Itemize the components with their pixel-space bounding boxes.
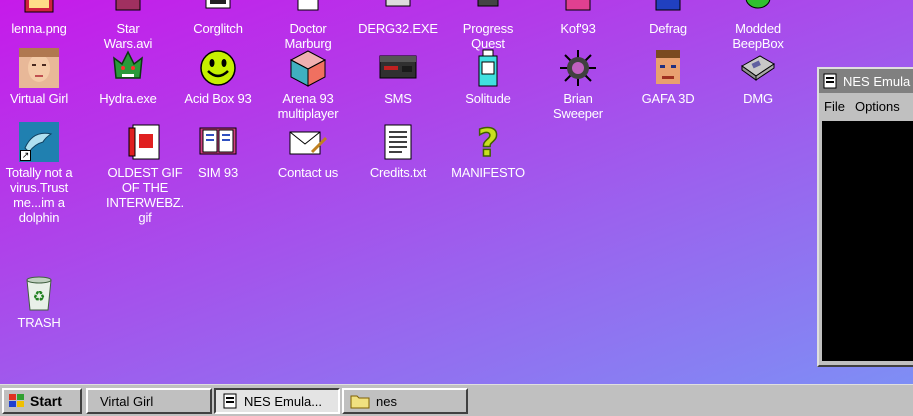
desktop-icon-brian-sweeper[interactable]: Brian Sweeper [533,48,623,121]
mine-icon [558,48,598,88]
desktop-icon-sim93[interactable]: SIM 93 [173,122,263,180]
icon-label: Kof'93 [560,21,596,36]
desktop-icon-lenna[interactable]: lenna.png [0,0,84,36]
game-icon [468,0,508,18]
desktop-icon-kof93[interactable]: Kof'93 [533,0,623,36]
taskbar-button-label: Virtal Girl [100,393,154,409]
exe-icon [378,0,418,18]
image-file-icon [19,0,59,18]
icon-label: DERG32.EXE [358,21,438,36]
music-icon [738,0,778,18]
desktop-icon-gafa3d[interactable]: GAFA 3D [623,48,713,106]
dragon-icon [108,48,148,88]
desktop-icon-virtual-girl[interactable]: Virtual Girl [0,48,84,106]
shortcut-arrow-icon: ↗ [20,150,31,161]
desktop-icon-credits[interactable]: Credits.txt [353,122,443,180]
start-label: Start [30,393,62,409]
desktop-icon-sms[interactable]: SMS [353,48,443,106]
game-icon [558,0,598,18]
desktop-icon-corglitch[interactable]: Corglitch [173,0,263,36]
face-icon [648,48,688,88]
icon-label: GAFA 3D [641,91,695,106]
desktop: lenna.png Star Wars.avi Corglitch Doctor… [0,0,913,384]
icon-label: DMG [743,91,773,106]
desktop-icon-trash[interactable]: ♻ TRASH [0,272,84,330]
icon-label: Doctor Marburg [284,21,332,51]
icon-label: lenna.png [11,21,67,36]
text-file-icon [378,122,418,162]
icon-label: Star Wars.avi [103,21,153,51]
desktop-icon-dolphin[interactable]: ↗ Totally not a virus.Trust me...im a do… [0,122,84,225]
menu-file[interactable]: File [819,99,850,114]
nes-emulator-window[interactable]: NES Emula File Options [817,67,913,367]
video-file-icon [108,0,148,18]
monitor-icon [198,0,238,18]
mail-icon [288,122,328,162]
bottle-icon [468,48,508,88]
desktop-icon-arena93[interactable]: Arena 93 multiplayer [263,48,353,121]
icon-label: TRASH [17,315,61,330]
defrag-icon [648,0,688,18]
desktop-icon-contact-us[interactable]: Contact us [263,122,353,180]
window-titlebar[interactable]: NES Emula [819,69,913,93]
icon-label: Progress Quest [462,21,514,51]
icon-label: Credits.txt [369,165,427,180]
icon-label: Solitude [465,91,511,106]
smiley-icon [198,48,238,88]
icon-label: Hydra.exe [99,91,157,106]
desktop-icon-star-wars[interactable]: Star Wars.avi [83,0,173,51]
taskbar: Start Virtal Girl NES Emula... nes [0,384,913,416]
desktop-icon-hydra[interactable]: Hydra.exe [83,48,173,106]
icon-label: Arena 93 multiplayer [277,91,339,121]
icon-label: SIM 93 [198,165,238,180]
desktop-icon-acid-box[interactable]: Acid Box 93 [173,48,263,106]
start-logo-icon [9,394,24,407]
question-mark-icon: ? [468,122,508,162]
handheld-icon [738,48,778,88]
window-app-icon [223,393,237,409]
icon-label: SMS [384,91,412,106]
taskbar-button-label: nes [376,393,397,409]
taskbar-button-nes-emulator[interactable]: NES Emula... [214,388,340,414]
icon-label: Corglitch [193,21,243,36]
icon-label: Defrag [649,21,687,36]
document-icon [288,0,328,18]
icon-label: Modded BeepBox [732,21,784,51]
emulator-screen[interactable] [822,121,913,361]
gif-file-icon [125,122,165,162]
desktop-icon-solitude[interactable]: Solitude [443,48,533,106]
console-icon [378,48,418,88]
icon-label: MANIFESTO [451,165,525,180]
start-button[interactable]: Start [2,388,82,414]
dolphin-icon: ↗ [19,122,59,162]
window-menubar: File Options [819,93,913,119]
icon-label: Contact us [277,165,339,180]
desktop-icon-doctor-marburg[interactable]: Doctor Marburg [263,0,353,51]
menu-options[interactable]: Options [850,99,905,114]
desktop-icon-defrag[interactable]: Defrag [623,0,713,36]
svg-text:♻: ♻ [33,289,46,305]
book-icon [198,122,238,162]
desktop-icon-progress-quest[interactable]: Progress Quest [443,0,533,51]
cube-icon [288,48,328,88]
recycle-bin-icon: ♻ [19,272,59,312]
taskbar-button-label: NES Emula... [244,393,323,409]
face-icon [19,48,59,88]
desktop-icon-modded-beepbox[interactable]: Modded BeepBox [713,0,803,51]
window-app-icon [823,73,837,89]
taskbar-button-nes-folder[interactable]: nes [342,388,468,414]
taskbar-button-virtual-girl[interactable]: Virtal Girl [86,388,212,414]
icon-label: Brian Sweeper [553,91,603,121]
svg-text:?: ? [477,122,499,162]
icon-label: Totally not a virus.Trust me...im a dolp… [5,165,73,225]
window-title: NES Emula [843,73,911,89]
icon-label: Virtual Girl [9,91,69,106]
desktop-icon-dmg[interactable]: DMG [713,48,803,106]
desktop-icon-derg32[interactable]: DERG32.EXE [353,0,443,36]
icon-label: Acid Box 93 [184,91,252,106]
folder-icon [350,395,370,409]
desktop-icon-manifesto[interactable]: ? MANIFESTO [443,122,533,180]
